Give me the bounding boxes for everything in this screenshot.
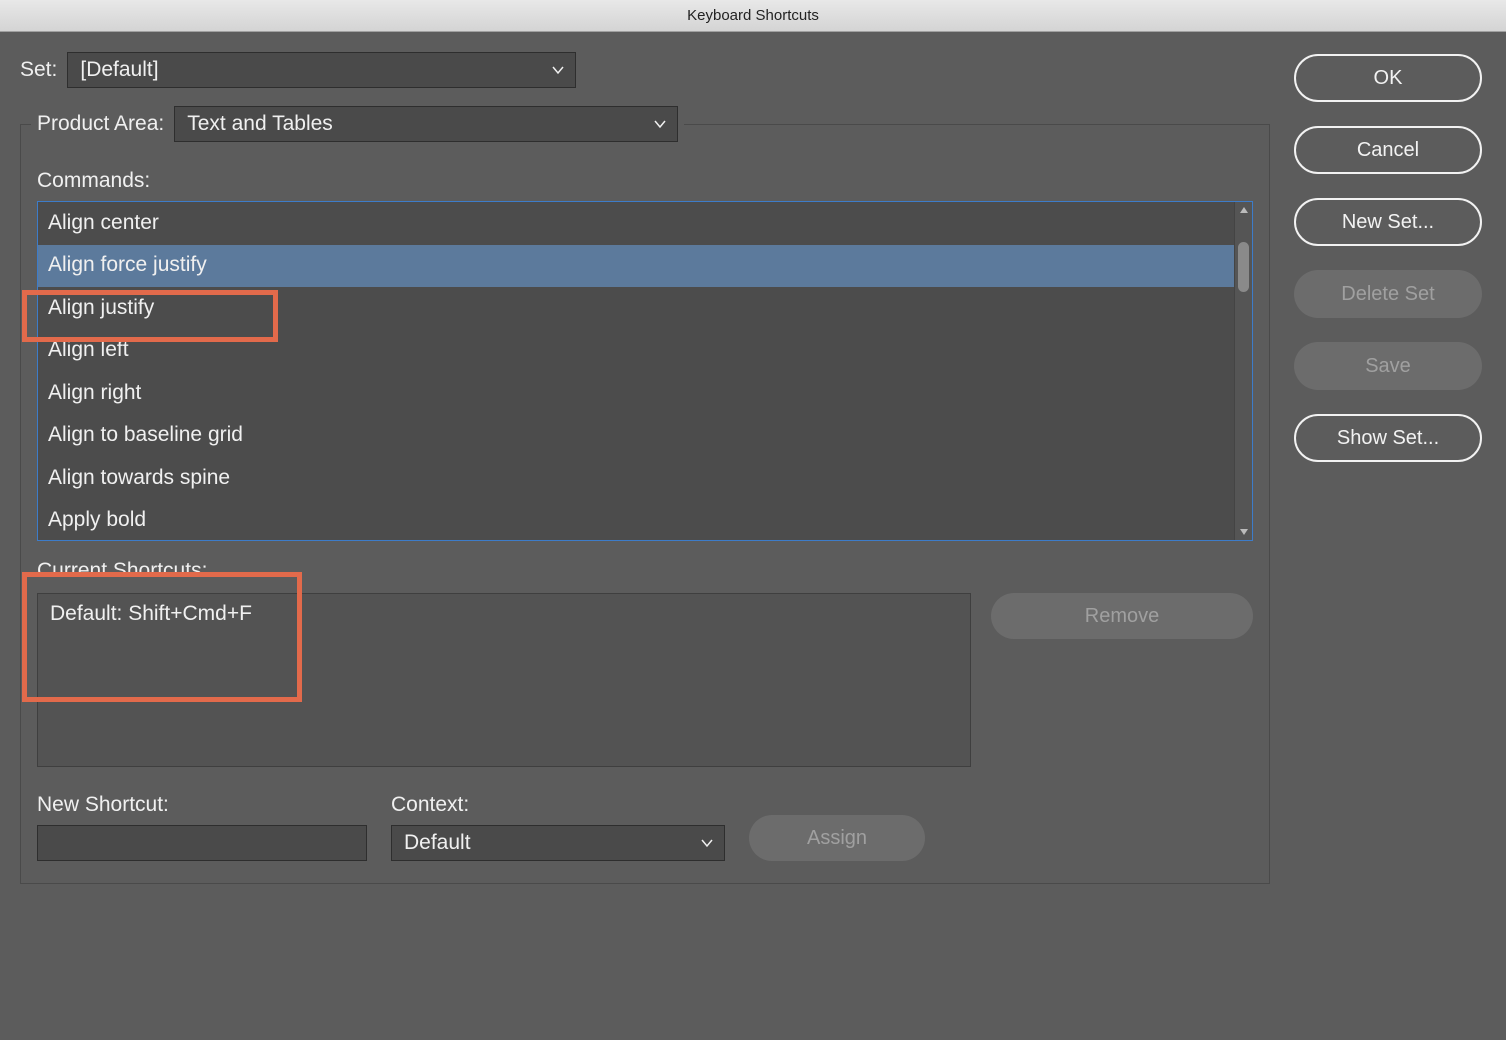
new-shortcut-input[interactable] bbox=[37, 825, 367, 861]
context-label: Context: bbox=[391, 793, 725, 817]
scroll-down-icon[interactable] bbox=[1235, 524, 1252, 540]
current-shortcuts-listbox[interactable]: Default: Shift+Cmd+F bbox=[37, 593, 971, 767]
scroll-thumb[interactable] bbox=[1238, 242, 1249, 292]
command-item[interactable]: Align force justify bbox=[38, 245, 1234, 288]
context-value: Default bbox=[404, 831, 471, 855]
chevron-down-icon bbox=[551, 63, 565, 77]
cancel-button[interactable]: Cancel bbox=[1294, 126, 1482, 174]
command-item[interactable]: Apply bold bbox=[38, 500, 1234, 541]
context-dropdown[interactable]: Default bbox=[391, 825, 725, 861]
command-item[interactable]: Align towards spine bbox=[38, 457, 1234, 500]
new-set-button[interactable]: New Set... bbox=[1294, 198, 1482, 246]
remove-button[interactable]: Remove bbox=[991, 593, 1253, 639]
command-item[interactable]: Align justify bbox=[38, 287, 1234, 330]
set-dropdown[interactable]: [Default] bbox=[67, 52, 576, 88]
commands-label: Commands: bbox=[37, 169, 1253, 193]
product-area-label: Product Area: bbox=[37, 112, 164, 136]
shortcut-item[interactable]: Default: Shift+Cmd+F bbox=[42, 598, 966, 630]
assign-button[interactable]: Assign bbox=[749, 815, 925, 861]
chevron-down-icon bbox=[700, 836, 714, 850]
chevron-down-icon bbox=[653, 117, 667, 131]
set-row: Set: [Default] bbox=[20, 52, 1270, 88]
product-area-dropdown[interactable]: Text and Tables bbox=[174, 106, 678, 142]
product-area-value: Text and Tables bbox=[187, 112, 333, 136]
command-item[interactable]: Align right bbox=[38, 372, 1234, 415]
current-shortcuts-label: Current Shortcuts: bbox=[37, 559, 1253, 583]
set-value: [Default] bbox=[80, 58, 158, 82]
dialog-titlebar: Keyboard Shortcuts bbox=[0, 0, 1506, 32]
product-area-fieldset: Product Area: Text and Tables Commands: … bbox=[20, 124, 1270, 884]
show-set-button[interactable]: Show Set... bbox=[1294, 414, 1482, 462]
command-item[interactable]: Align to baseline grid bbox=[38, 415, 1234, 458]
commands-listbox[interactable]: Align centerAlign force justifyAlign jus… bbox=[37, 201, 1253, 541]
command-item[interactable]: Align center bbox=[38, 202, 1234, 245]
ok-button[interactable]: OK bbox=[1294, 54, 1482, 102]
commands-scrollbar[interactable] bbox=[1234, 202, 1252, 540]
scroll-up-icon[interactable] bbox=[1235, 202, 1252, 218]
delete-set-button[interactable]: Delete Set bbox=[1294, 270, 1482, 318]
save-button[interactable]: Save bbox=[1294, 342, 1482, 390]
command-item[interactable]: Align left bbox=[38, 330, 1234, 373]
new-shortcut-label: New Shortcut: bbox=[37, 793, 367, 817]
dialog-title: Keyboard Shortcuts bbox=[687, 7, 819, 24]
set-label: Set: bbox=[20, 58, 57, 82]
